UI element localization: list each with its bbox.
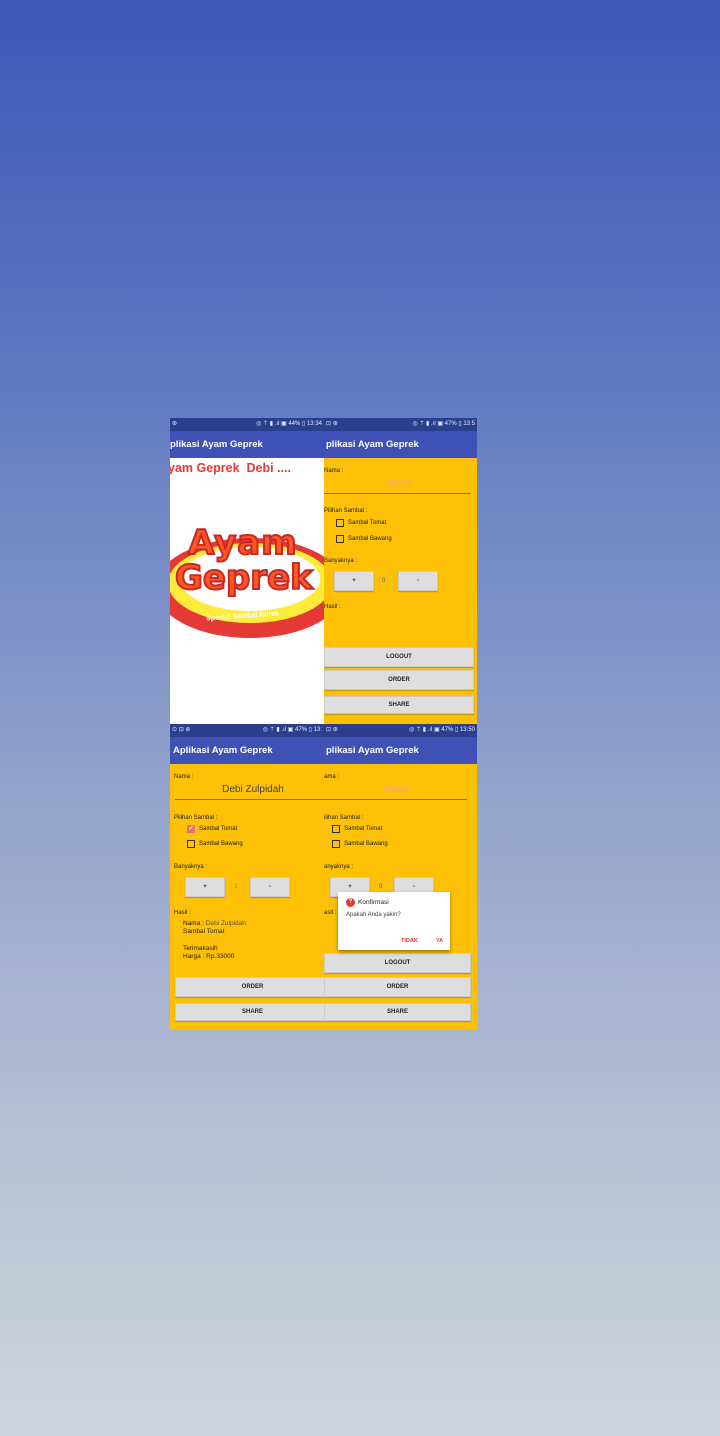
splash-screen: ⊛ ◎ ⇡ ▮ .ıl ▣ 44% ▯ 13:34 plikasi Ayam G… <box>170 418 324 724</box>
app-title: Aplikasi Ayam Geprek <box>173 745 273 756</box>
dialog-message: Apakah Anda yakin? <box>346 912 401 918</box>
result-nama-value: Debi Zulpidah <box>205 920 246 927</box>
nama-label: Nama : <box>174 774 194 780</box>
status-icons-right: ◎ ⇡ ▮ .ıl ▣ 47% ▯ 13:5 <box>412 421 475 427</box>
result-thanks: Terimakasih <box>183 945 218 952</box>
result-nama: Nama : Debi Zulpidah <box>183 920 246 928</box>
nama-label: Nama : <box>324 468 344 474</box>
share-button[interactable]: SHARE <box>324 696 474 714</box>
result-block: Nama : Debi Zulpidah Sambal Tomat Terima… <box>183 920 246 961</box>
banyaknya-label: Banyaknya : <box>174 864 208 870</box>
plus-button[interactable]: + <box>185 877 225 897</box>
question-icon: ? <box>346 898 355 907</box>
checkbox-sambal-tomat[interactable]: ✓ Sambal Tomat <box>187 825 237 833</box>
status-icons-left: ⊛ <box>172 421 178 427</box>
hasil-label: asil : <box>324 910 337 916</box>
status-icons-right: ◎ ⇡ ▮ .ıl ▣ 44% ▯ 13:34 <box>256 421 322 427</box>
status-bar: ⊡ ⊛ ◎ ⇡ ▮ .ıl ▣ 47% ▯ 13:50 <box>324 724 477 737</box>
logout-button[interactable]: LOGOUT <box>324 647 474 667</box>
nama-input-underline <box>175 799 324 800</box>
order-form-confirm: ⊡ ⊛ ◎ ⇡ ▮ .ıl ▣ 47% ▯ 13:50 plikasi Ayam… <box>324 724 477 1029</box>
status-bar: ⊙ ⊡ ⊛ ◎ ⇡ ▮ .ıl ▣ 47% ▯ 13: <box>170 724 324 737</box>
checkbox-box[interactable] <box>336 535 344 543</box>
sambal-label: ilihan Sambal : <box>324 815 364 821</box>
checkbox-sambal-tomat[interactable]: Sambal Tomat <box>332 825 382 833</box>
checkbox-box-checked[interactable]: ✓ <box>187 825 195 833</box>
sambal-label: Pilihan Sambal : <box>174 815 218 821</box>
status-icons-right: ◎ ⇡ ▮ .ıl ▣ 47% ▯ 13:50 <box>409 727 475 733</box>
quantity-value: 0 <box>382 578 386 584</box>
dialog-no-button[interactable]: TIDAK <box>401 938 418 944</box>
order-button[interactable]: ORDER <box>175 977 324 997</box>
checkbox-label: Sambal Bawang <box>199 841 243 847</box>
sambal-label: Pilihan Sambal : <box>324 508 368 514</box>
app-bar: plikasi Ayam Geprek <box>324 431 477 458</box>
result-price: Harga : Rp.33000 <box>183 953 235 960</box>
checkbox-box[interactable] <box>187 840 195 848</box>
splash-heading: yam Geprek Debi .... <box>170 461 291 475</box>
screenshot-collage: ⊛ ◎ ⇡ ▮ .ıl ▣ 44% ▯ 13:34 plikasi Ayam G… <box>170 418 477 1029</box>
confirm-dialog: ? Konfirmasi Apakah Anda yakin? TIDAK YA <box>338 892 450 950</box>
minus-button[interactable]: - <box>398 571 438 591</box>
status-bar: ⊡ ⊛ ◎ ⇡ ▮ .ıl ▣ 47% ▯ 13:5 <box>324 418 477 431</box>
minus-button[interactable]: - <box>250 877 290 897</box>
checkbox-box[interactable] <box>332 840 340 848</box>
checkbox-box[interactable] <box>336 519 344 527</box>
app-bar: plikasi Ayam Geprek <box>170 431 324 458</box>
checkbox-box[interactable] <box>332 825 340 833</box>
app-title: plikasi Ayam Geprek <box>326 745 419 756</box>
checkbox-label: Sambal Tomat <box>348 520 387 526</box>
status-bar: ⊛ ◎ ⇡ ▮ .ıl ▣ 44% ▯ 13:34 <box>170 418 324 431</box>
hasil-label: Hasil : <box>324 604 341 610</box>
nama-input-underline <box>324 799 467 800</box>
checkbox-sambal-bawang[interactable]: Sambal Bawang <box>187 840 243 848</box>
checkbox-sambal-tomat[interactable]: Sambal Tomat <box>336 519 386 527</box>
status-icons-right: ◎ ⇡ ▮ .ıl ▣ 47% ▯ 13: <box>262 727 322 733</box>
app-title: plikasi Ayam Geprek <box>326 439 419 450</box>
order-button[interactable]: ORDER <box>324 670 474 690</box>
checkbox-label: Sambal Tomat <box>199 826 238 832</box>
banyaknya-label: anyaknya : <box>324 864 354 870</box>
logo-line-2: Geprek <box>174 557 314 599</box>
nama-input[interactable]: Nama <box>324 478 471 489</box>
nama-input-underline <box>324 493 471 494</box>
dialog-yes-button[interactable]: YA <box>436 938 443 944</box>
result-sambal: Sambal Tomat <box>183 928 225 935</box>
app-title: plikasi Ayam Geprek <box>170 439 263 450</box>
checkbox-sambal-bawang[interactable]: Sambal Bawang <box>336 535 392 543</box>
logout-button[interactable]: LOGOUT <box>324 953 471 973</box>
dialog-title-row: ? Konfirmasi <box>346 898 389 907</box>
share-button[interactable]: SHARE <box>324 1003 471 1021</box>
checkbox-sambal-bawang[interactable]: Sambal Bawang <box>332 840 388 848</box>
nama-label: ama : <box>324 774 340 780</box>
status-icons-left: ⊡ ⊛ <box>326 421 338 427</box>
logo-line-1: Ayam <box>187 522 298 564</box>
checkbox-label: Sambal Bawang <box>344 841 388 847</box>
checkbox-label: Sambal Tomat <box>344 826 383 832</box>
banyaknya-label: Banyaknya : <box>324 558 358 564</box>
quantity-value: 0 <box>379 884 383 890</box>
app-bar: plikasi Ayam Geprek <box>324 737 477 764</box>
share-button[interactable]: SHARE <box>175 1003 324 1021</box>
plus-button[interactable]: + <box>334 571 374 591</box>
status-icons-left: ⊙ ⊡ ⊛ <box>172 727 191 733</box>
order-form-empty: ⊡ ⊛ ◎ ⇡ ▮ .ıl ▣ 47% ▯ 13:5 plikasi Ayam … <box>324 418 477 724</box>
dialog-title: Konfirmasi <box>358 899 389 906</box>
order-button[interactable]: ORDER <box>324 977 471 997</box>
hasil-label: Hasil : <box>174 910 191 916</box>
nama-input[interactable]: Debi Zulpidah <box>175 784 324 795</box>
quantity-value: 3 <box>234 884 238 890</box>
checkbox-label: Sambal Bawang <box>348 536 392 542</box>
status-icons-left: ⊡ ⊛ <box>326 727 338 733</box>
app-bar: Aplikasi Ayam Geprek <box>170 737 324 764</box>
order-form-filled: ⊙ ⊡ ⊛ ◎ ⇡ ▮ .ıl ▣ 47% ▯ 13: Aplikasi Aya… <box>170 724 324 1029</box>
result-nama-label: Nama : <box>183 920 204 927</box>
nama-input[interactable]: Nama <box>324 784 468 795</box>
